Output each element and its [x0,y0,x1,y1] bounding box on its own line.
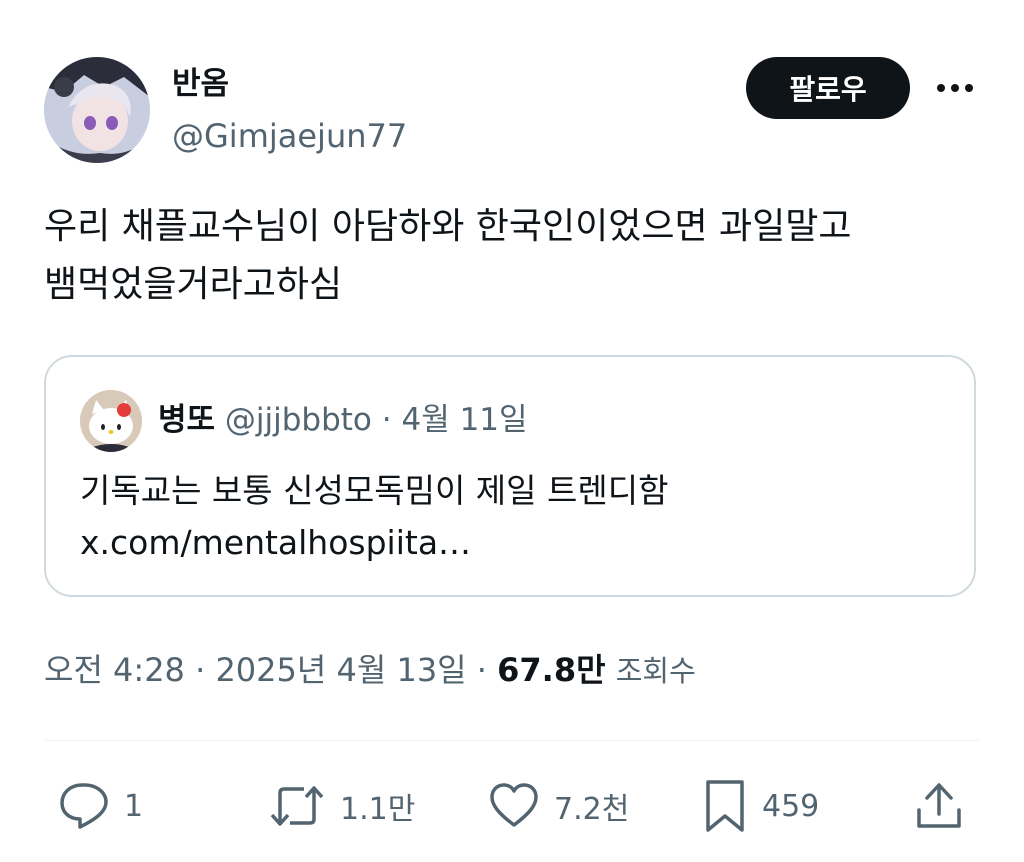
quote-text: 기독교는 보통 신성모독밈이 제일 트렌디함 x.com/mentalhospi… [80,465,668,569]
like-count: 7.2천 [554,792,630,827]
retweet-button[interactable]: 1.1만 [268,778,415,834]
reply-icon [60,783,108,829]
tweet-meta: 오전 4:28 · 2025년 4월 13일 · 67.8만 조회수 [44,646,696,695]
divider [44,740,980,741]
author-handle[interactable]: @Gimjaejun77 [172,115,407,157]
quote-author-name[interactable]: 병또 [158,402,215,438]
tweet-time[interactable]: 오전 4:28 [44,651,185,689]
more-options-icon[interactable] [930,70,980,106]
author-name[interactable]: 반옴 [172,64,229,104]
separator-dot: · [381,402,392,438]
heart-icon [490,783,538,827]
like-button[interactable]: 7.2천 [488,778,629,834]
tweet-text-line: 우리 채플교수님이 아담하와 한국인이었으면 과일말고 [44,206,852,247]
views-label: 조회수 [615,654,696,688]
quote-date[interactable]: 4월 11일 [401,402,527,438]
tweet-text-line: 뱀먹었을거라고하심 [44,264,343,305]
quote-header: 병또 @jjjbbbto · 4월 11일 [158,399,528,441]
separator-dot: · [476,651,487,689]
hello-kitty-avatar-icon [80,390,142,452]
bookmark-count: 459 [762,788,820,824]
follow-button[interactable]: 팔로우 [746,57,910,119]
quote-text-line: 기독교는 보통 신성모독밈이 제일 트렌디함 [80,471,669,510]
quote-author-avatar[interactable] [80,390,142,452]
author-avatar[interactable] [44,57,150,163]
share-button[interactable] [914,778,964,834]
views-count[interactable]: 67.8만 [497,651,605,689]
tweet-date[interactable]: 2025년 4월 13일 [215,651,466,689]
anime-avatar-icon [44,57,150,163]
quote-link[interactable]: x.com/mentalhospiita… [80,517,668,569]
share-icon [917,783,961,828]
reply-count: 1 [124,788,144,824]
quoted-tweet[interactable]: 병또 @jjjbbbto · 4월 11일 기독교는 보통 신성모독밈이 제일 … [44,355,976,597]
retweet-icon [270,786,324,826]
bookmark-icon [706,780,744,832]
bookmark-button[interactable]: 459 [702,778,819,834]
separator-dot: · [195,651,206,689]
tweet-text: 우리 채플교수님이 아담하와 한국인이었으면 과일말고 뱀먹었을거라고하심 [44,198,984,314]
retweet-count: 1.1만 [340,792,416,827]
reply-button[interactable]: 1 [58,778,143,834]
quote-author-handle[interactable]: @jjjbbbto [225,402,372,438]
